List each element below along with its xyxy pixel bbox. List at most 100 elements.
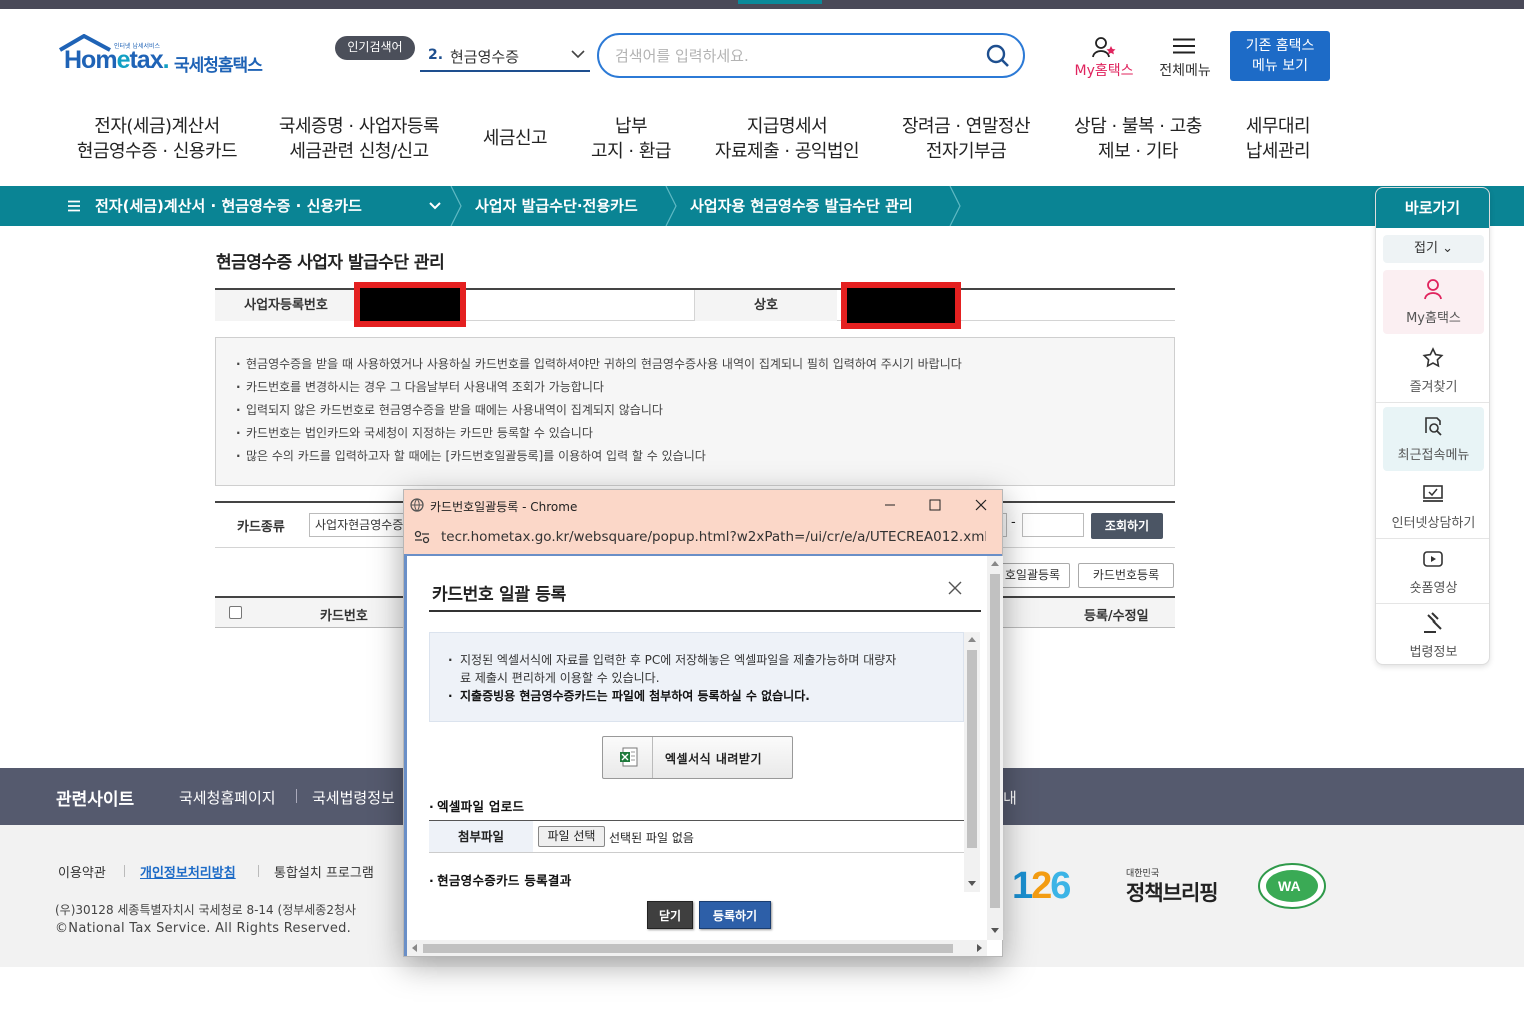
quick-item-short-video[interactable]: 숏폼영상 xyxy=(1376,540,1489,604)
close-icon[interactable] xyxy=(947,580,963,596)
quick-item-recent-menu[interactable]: 최근접속메뉴 xyxy=(1383,407,1484,471)
quick-item-my-hometax[interactable]: My홈택스 xyxy=(1383,270,1484,334)
nav-line1: 국세증명 · 사업자등록 xyxy=(278,116,440,137)
dash-separator: - xyxy=(1011,515,1016,530)
install-program-link[interactable]: 통합설치 프로그램 xyxy=(274,862,374,881)
nav-tax-return[interactable]: 세금신고 xyxy=(474,126,556,151)
old-home-line1: 기존 홈택스 xyxy=(1245,38,1315,54)
nts-law-link[interactable]: 국세법령정보 xyxy=(312,787,395,808)
top-strip-tab[interactable] xyxy=(738,0,822,4)
maximize-icon[interactable] xyxy=(915,493,955,517)
popup-titlebar[interactable]: 카드번호일괄등록 - Chrome xyxy=(404,490,1002,520)
popular-term: 현금영수증 xyxy=(450,48,520,66)
breadcrumb-item-3[interactable]: 사업자용 현금영수증 발급수단 관리 xyxy=(690,186,913,226)
quick-item-label: 최근접속메뉴 xyxy=(1397,448,1470,463)
notice-box: 현금영수증을 받을 때 사용하였거나 사용하실 카드번호를 입력하셔야만 귀하의… xyxy=(215,337,1175,486)
scroll-down-icon[interactable] xyxy=(991,928,999,933)
privacy-link[interactable]: 개인정보처리방침 xyxy=(140,862,236,881)
nav-line2: 세금관련 신청/신고 xyxy=(289,141,429,162)
footer-copyright: ©National Tax Service. All Rights Reserv… xyxy=(55,921,352,936)
popup-vertical-scrollbar[interactable] xyxy=(987,556,1003,940)
quick-item-label: 즐겨찾기 xyxy=(1409,380,1458,395)
top-strip xyxy=(0,0,1524,9)
nav-tax-agent[interactable]: 세무대리 납세관리 xyxy=(1236,114,1320,164)
nav-payment-statement[interactable]: 지급명세서 자료제출 · 공익법인 xyxy=(712,114,862,164)
select-all-checkbox[interactable] xyxy=(229,606,242,619)
footer-link-partial[interactable]: 내 xyxy=(1003,787,1017,808)
gavel-icon xyxy=(1424,612,1442,633)
policy-logo-text: 정책브리핑 xyxy=(1126,881,1219,905)
menu-icon[interactable] xyxy=(68,200,80,212)
terms-link[interactable]: 이용약관 xyxy=(58,862,106,881)
close-icon[interactable] xyxy=(961,493,1001,517)
nav-consultation[interactable]: 상담 · 불복 · 고충제보 · 기타 xyxy=(1070,114,1206,164)
file-select-button[interactable]: 파일 선택 xyxy=(538,826,605,847)
nav-line2: 자료제출 · 공익법인 xyxy=(714,141,860,162)
logo-brand: Hometax. xyxy=(64,46,170,74)
chevron-down-icon[interactable] xyxy=(429,201,441,211)
biz-no-label: 사업자등록번호 xyxy=(215,290,357,321)
quick-item-label: 숏폼영상 xyxy=(1409,581,1458,596)
scroll-up-icon[interactable] xyxy=(968,637,976,642)
query-button[interactable]: 조회하기 xyxy=(1091,513,1163,539)
popular-search-select[interactable]: 2. 현금영수증 xyxy=(420,38,590,72)
quick-item-online-consult[interactable]: 인터넷상담하기 xyxy=(1376,475,1489,539)
logo-korean: 국세청홈택스 xyxy=(174,56,263,76)
register-button[interactable]: 등록하기 xyxy=(699,901,771,929)
company-label: 상호 xyxy=(695,290,837,321)
scroll-left-icon[interactable] xyxy=(412,944,417,952)
scroll-up-icon[interactable] xyxy=(991,561,999,566)
my-hometax-button[interactable]: My홈택스 xyxy=(1066,34,1142,82)
user-icon xyxy=(1424,279,1442,300)
excel-download-button[interactable]: 엑셀서식 내려받기 xyxy=(602,736,793,779)
my-hometax-label: My홈택스 xyxy=(1074,63,1134,79)
quick-item-label: My홈택스 xyxy=(1406,311,1461,326)
hometax-logo[interactable]: 인터넷 납세서비스 Hometax. 국세청홈택스 xyxy=(56,30,276,80)
card-register-button[interactable]: 카드번호등록 xyxy=(1078,563,1174,588)
old-hometax-menu-button[interactable]: 기존 홈택스 메뉴 보기 xyxy=(1230,31,1330,81)
nav-e-invoice[interactable]: 전자(세금)계산서 현금영수증 · 신용카드 xyxy=(76,114,238,164)
excel-icon xyxy=(603,737,653,778)
hamburger-icon xyxy=(1173,38,1195,54)
quick-item-favorites[interactable]: 즐겨찾기 xyxy=(1376,339,1489,403)
nav-certificates[interactable]: 국세증명 · 사업자등록세금관련 신청/신고 xyxy=(278,114,440,164)
info-line2: 료 제출시 편리하게 이용할 수 있습니다. xyxy=(460,671,660,685)
notice-item: 카드번호를 변경하시는 경우 그 다음날부터 사용내역 조회가 가능합니다 xyxy=(236,376,1174,399)
nav-line1: 납부 xyxy=(614,116,648,137)
search-box[interactable] xyxy=(597,33,1025,78)
policy-briefing-logo[interactable]: 대한민국 정책브리핑 xyxy=(1126,866,1226,906)
nav-line1: 상담 · 불복 · 고충 xyxy=(1074,116,1202,137)
breadcrumb-item-1[interactable]: 전자(세금)계산서 · 현금영수증 · 신용카드 xyxy=(95,186,362,226)
card-number-field[interactable] xyxy=(1022,513,1084,537)
site-settings-icon[interactable] xyxy=(414,530,430,544)
scroll-right-icon[interactable] xyxy=(977,944,982,952)
nav-payment[interactable]: 납부 고지 · 환급 xyxy=(580,114,682,164)
scroll-down-icon[interactable] xyxy=(968,881,976,886)
monitor-icon xyxy=(1423,485,1443,502)
search-icon[interactable] xyxy=(985,43,1011,69)
quick-fold-button[interactable]: 접기 ⌄ xyxy=(1383,235,1484,263)
popup-address-bar[interactable]: tecr.hometax.go.kr/websquare/popup.html?… xyxy=(404,520,1002,554)
popup-horizontal-scrollbar[interactable] xyxy=(407,940,987,956)
search-input[interactable] xyxy=(615,45,975,67)
col-card-number: 카드번호 xyxy=(320,609,368,624)
quick-links-title: 바로가기 xyxy=(1376,188,1489,228)
inner-scrollbar[interactable] xyxy=(964,632,980,892)
nav-line2: 제보 · 기타 xyxy=(1098,141,1178,162)
nav-incentive[interactable]: 장려금 · 연말정산 전자기부금 xyxy=(900,114,1032,164)
scroll-thumb[interactable] xyxy=(423,944,953,953)
all-menu-button[interactable]: 전체메뉴 xyxy=(1150,34,1220,82)
scroll-thumb[interactable] xyxy=(990,574,1000,908)
close-button[interactable]: 닫기 xyxy=(647,901,693,929)
quick-item-law-info[interactable]: 법령정보 xyxy=(1376,604,1489,664)
redacted-biz-no xyxy=(354,282,466,327)
popup-window-title: 카드번호일괄등록 - Chrome xyxy=(430,500,578,514)
bulk-register-button[interactable]: 호일괄등록 xyxy=(995,563,1070,588)
web-accessibility-logo[interactable]: WA xyxy=(1256,862,1328,910)
scroll-thumb[interactable] xyxy=(967,650,977,848)
result-section-title: 현금영수증카드 등록결과 xyxy=(429,870,572,889)
minimize-icon[interactable] xyxy=(870,493,910,517)
logo-126[interactable]: 126 xyxy=(1012,865,1071,908)
breadcrumb-item-2[interactable]: 사업자 발급수단·전용카드 xyxy=(475,186,638,226)
nts-homepage-link[interactable]: 국세청홈페이지 xyxy=(179,787,276,808)
